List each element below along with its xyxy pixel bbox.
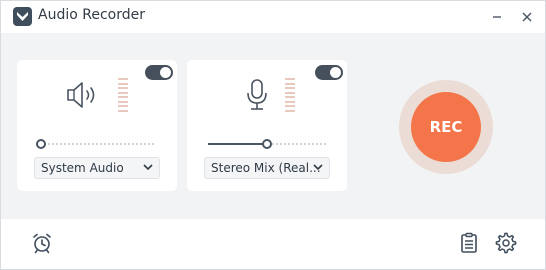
main-panel: System Audio Stereo Mix (Real... REC bbox=[1, 33, 545, 219]
system-audio-volume-slider[interactable] bbox=[36, 137, 156, 151]
system-audio-toggle[interactable] bbox=[145, 65, 173, 80]
chevron-down-icon bbox=[143, 164, 153, 171]
record-button-face: REC bbox=[411, 92, 481, 162]
titlebar: Audio Recorder bbox=[1, 1, 545, 33]
microphone-toggle[interactable] bbox=[315, 65, 343, 80]
audio-recorder-window: Audio Recorder System Audio Stereo Mix (… bbox=[0, 0, 546, 270]
recording-history-button[interactable] bbox=[458, 232, 480, 254]
microphone-device-select[interactable]: Stereo Mix (Real... bbox=[204, 157, 330, 179]
app-title: Audio Recorder bbox=[38, 7, 145, 23]
record-button-label: REC bbox=[429, 118, 463, 136]
alarm-clock-icon bbox=[33, 233, 51, 254]
microphone-volume-slider[interactable] bbox=[208, 137, 326, 151]
settings-button[interactable] bbox=[495, 232, 517, 254]
app-logo-icon bbox=[13, 7, 32, 26]
microphone-icon bbox=[247, 79, 267, 110]
microphone-level-meter bbox=[285, 78, 295, 112]
toggle-knob bbox=[160, 67, 171, 78]
footer-toolbar bbox=[1, 219, 545, 269]
system-audio-level-meter bbox=[118, 78, 128, 112]
minimize-icon bbox=[493, 16, 501, 18]
clipboard-list-icon bbox=[461, 232, 477, 253]
system-audio-card: System Audio bbox=[17, 60, 177, 191]
minimize-button[interactable] bbox=[487, 7, 507, 27]
close-button[interactable] bbox=[517, 7, 537, 27]
microphone-device-value: Stereo Mix (Real... bbox=[211, 161, 321, 175]
close-icon bbox=[522, 12, 532, 22]
system-audio-device-select[interactable]: System Audio bbox=[34, 157, 160, 179]
toggle-knob bbox=[330, 67, 341, 78]
slider-thumb[interactable] bbox=[262, 139, 272, 149]
system-audio-device-value: System Audio bbox=[41, 161, 124, 175]
schedule-button[interactable] bbox=[31, 232, 53, 254]
microphone-card: Stereo Mix (Real... bbox=[187, 60, 347, 191]
slider-thumb[interactable] bbox=[36, 139, 46, 149]
gear-icon bbox=[495, 232, 517, 254]
record-button[interactable]: REC bbox=[399, 80, 493, 174]
speaker-icon bbox=[67, 82, 95, 108]
chevron-down-icon bbox=[313, 164, 323, 171]
